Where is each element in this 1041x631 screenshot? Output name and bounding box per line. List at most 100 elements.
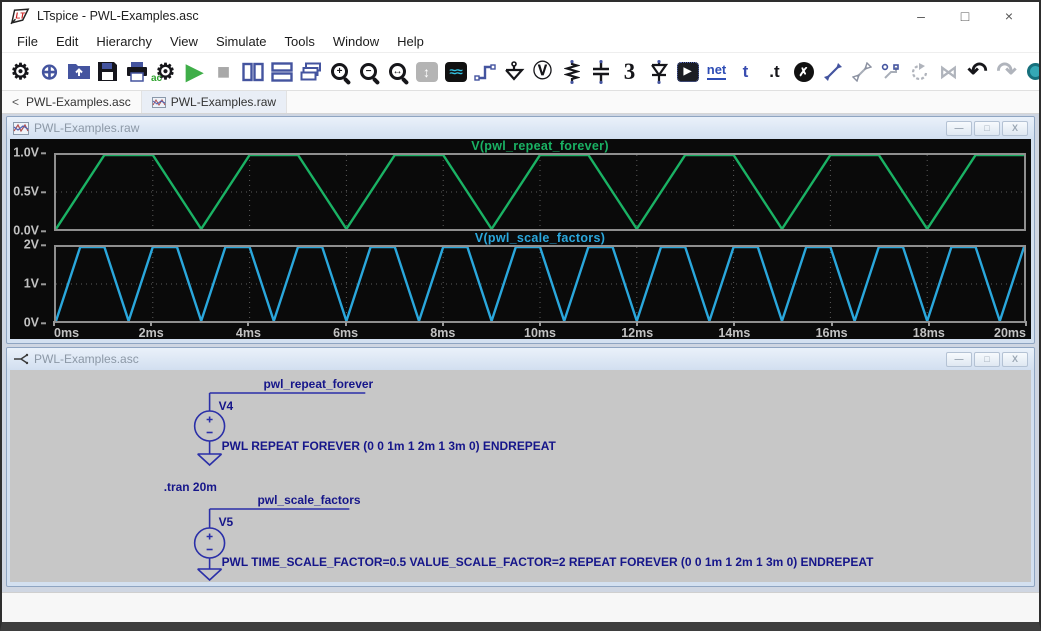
component-value[interactable]: PWL TIME_SCALE_FACTOR=0.5 VALUE_SCALE_FA… [222, 555, 875, 569]
redo-button[interactable]: ↷ [992, 56, 1021, 88]
stretch-button[interactable] [876, 56, 905, 88]
voltage-source-button[interactable]: Ⓥ [528, 56, 557, 88]
menu-view[interactable]: View [161, 32, 207, 51]
add-plot-pane-button[interactable]: ≈≈ [441, 56, 470, 88]
resistor-icon [564, 60, 580, 84]
simulation-settings-button[interactable]: ⚙ ac [151, 56, 180, 88]
child-minimize-button[interactable]: — [946, 352, 972, 367]
plot-area[interactable]: V(pwl_repeat_forever) 1.0V0.5V0.0V V(pwl… [10, 139, 1031, 339]
y-tick-label: 1.0V [13, 145, 46, 159]
trace-label-scale-factors[interactable]: V(pwl_scale_factors) [54, 231, 1026, 245]
pan-button[interactable]: ↕ [412, 56, 441, 88]
new-schematic-button[interactable]: ⊕ [35, 56, 64, 88]
net-label[interactable]: pwl_repeat_forever [264, 377, 374, 391]
refdes[interactable]: V4 [219, 399, 234, 413]
tile-horizontal-button[interactable] [267, 56, 296, 88]
y-tick-label: 2V [24, 237, 46, 251]
schematic-window-titlebar[interactable]: PWL-Examples.asc — □ X [7, 348, 1034, 370]
delete-button[interactable]: ✗ [789, 56, 818, 88]
save-button[interactable] [93, 56, 122, 88]
resistor-button[interactable] [557, 56, 586, 88]
status-bar [2, 592, 1039, 623]
menu-tools[interactable]: Tools [276, 32, 324, 51]
menu-simulate[interactable]: Simulate [207, 32, 276, 51]
halt-button[interactable]: ■ [209, 56, 238, 88]
drag-icon [852, 62, 872, 82]
capacitor-button[interactable] [586, 56, 615, 88]
tile-vertical-button[interactable] [238, 56, 267, 88]
minimize-button[interactable]: – [899, 3, 943, 29]
voltage-source-symbol[interactable] [195, 411, 225, 441]
drag-button[interactable] [847, 56, 876, 88]
child-close-button[interactable]: X [1002, 121, 1028, 136]
stretch-icon [881, 62, 901, 82]
x-tick-label: 8ms [430, 326, 455, 340]
trace-label-repeat-forever[interactable]: V(pwl_repeat_forever) [54, 139, 1026, 153]
menu-bar: FileEditHierarchyViewSimulateToolsWindow… [2, 30, 1039, 53]
voltage-source-icon: Ⓥ [533, 62, 552, 81]
menu-window[interactable]: Window [324, 32, 388, 51]
app-titlebar[interactable]: LT LTspice - PWL-Examples.asc – □ × [2, 2, 1039, 30]
child-restore-button[interactable]: □ [974, 121, 1000, 136]
voltage-source-v4[interactable]: pwl_repeat_forever V4 PWL REPEAT FOREVER… [195, 377, 557, 465]
wire-button[interactable] [470, 56, 499, 88]
tab-schematic[interactable]: < PWL-Examples.asc [2, 91, 142, 113]
undo-button[interactable]: ↶ [963, 56, 992, 88]
spice-directive-icon: .t [769, 62, 779, 82]
schematic-canvas[interactable]: pwl_repeat_forever V4 PWL REPEAT FOREVER… [10, 370, 1031, 582]
zoom-full-extents-button[interactable]: ↔ [383, 56, 412, 88]
ltspice-logo-icon: LT [10, 8, 30, 25]
child-restore-button[interactable]: □ [974, 352, 1000, 367]
menu-hierarchy[interactable]: Hierarchy [87, 32, 161, 51]
ground-symbol[interactable] [198, 569, 222, 580]
close-button[interactable]: × [987, 3, 1031, 29]
print-button[interactable] [122, 56, 151, 88]
menu-help[interactable]: Help [388, 32, 433, 51]
menu-edit[interactable]: Edit [47, 32, 87, 51]
cascade-button[interactable] [296, 56, 325, 88]
rotate-button[interactable] [905, 56, 934, 88]
refdes[interactable]: V5 [219, 515, 234, 529]
mirror-button[interactable]: ⋈ [934, 56, 963, 88]
tab-waveform[interactable]: PWL-Examples.raw [142, 91, 287, 113]
net-label[interactable]: pwl_scale_factors [258, 493, 361, 507]
schematic-window: PWL-Examples.asc — □ X pwl_repeat_foreve… [6, 347, 1035, 587]
plot-frame[interactable] [54, 245, 1026, 323]
net-label-button[interactable]: net [702, 56, 731, 88]
inductor-icon: 3 [624, 60, 636, 83]
child-close-button[interactable]: X [1002, 352, 1028, 367]
zoom-out-icon: − [360, 63, 377, 80]
tile-vertical-icon [242, 62, 264, 82]
trace-label-row: V(pwl_repeat_forever) [10, 139, 1026, 153]
move-button[interactable] [818, 56, 847, 88]
child-minimize-button[interactable]: — [946, 121, 972, 136]
zoom-out-button[interactable]: − [354, 56, 383, 88]
menu-file[interactable]: File [8, 32, 47, 51]
maximize-button[interactable]: □ [943, 3, 987, 29]
voltage-source-symbol[interactable] [195, 528, 225, 558]
zoom-in-button[interactable]: + [325, 56, 354, 88]
y-axis-labels: 2V1V0V [10, 245, 54, 323]
tile-horizontal-icon [271, 62, 293, 82]
spice-directive-text[interactable]: .tran 20m [164, 480, 217, 494]
control-panel-button[interactable]: ⚙ [6, 56, 35, 88]
ground-symbol[interactable] [198, 454, 222, 465]
component-value[interactable]: PWL REPEAT FOREVER (0 0 1m 1 2m 1 3m 0) … [222, 439, 557, 453]
open-button[interactable] [64, 56, 93, 88]
halt-icon: ■ [217, 61, 230, 83]
inductor-button[interactable]: 3 [615, 56, 644, 88]
diode-button[interactable] [644, 56, 673, 88]
text-button[interactable]: t [731, 56, 760, 88]
plot-frame[interactable] [54, 153, 1026, 231]
spice-directive-button[interactable]: .t [760, 56, 789, 88]
run-button[interactable]: ▶ [180, 56, 209, 88]
plus-terminal [207, 417, 213, 423]
voltage-source-v5[interactable]: pwl_scale_factors V5 PWL TIME_SCALE_FACT… [195, 493, 874, 580]
search-button[interactable] [1021, 56, 1041, 88]
ground-icon [503, 61, 525, 82]
schematic-window-title: PWL-Examples.asc [34, 352, 139, 366]
waveform-window-titlebar[interactable]: PWL-Examples.raw — □ X [7, 117, 1034, 139]
ground-button[interactable] [499, 56, 528, 88]
x-tick-label: 6ms [333, 326, 358, 340]
component-button[interactable]: ▶ [673, 56, 702, 88]
